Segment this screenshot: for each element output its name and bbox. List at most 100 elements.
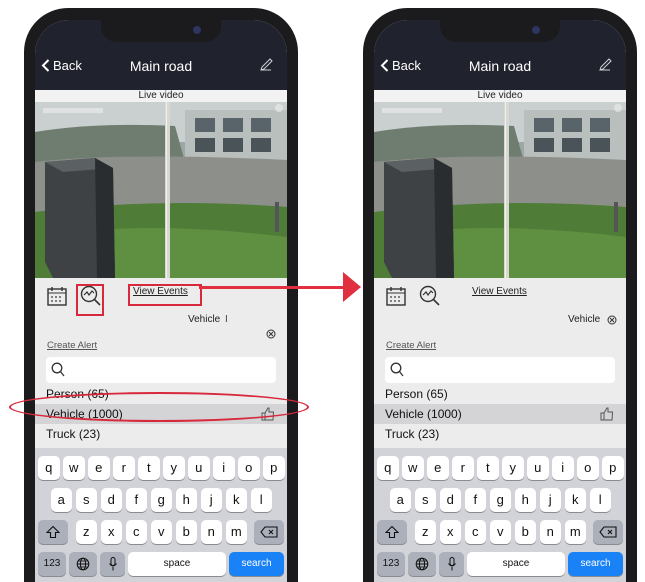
live-video-feed[interactable] xyxy=(374,102,626,278)
key-n[interactable]: n xyxy=(200,520,222,544)
delete-key[interactable] xyxy=(593,520,623,544)
key-u[interactable]: u xyxy=(188,456,210,480)
globe-key[interactable] xyxy=(69,552,97,576)
delete-key[interactable] xyxy=(254,520,284,544)
key-g[interactable]: g xyxy=(150,488,172,512)
key-a[interactable]: a xyxy=(389,488,411,512)
key-k[interactable]: k xyxy=(225,488,247,512)
onscreen-keyboard: q w e r t y u i o p a s d f g h j k l z x c v b n m 123 space search xyxy=(374,448,626,582)
key-o[interactable]: o xyxy=(577,456,599,480)
key-p[interactable]: p xyxy=(263,456,285,480)
key-l[interactable]: l xyxy=(589,488,611,512)
key-q[interactable]: q xyxy=(38,456,60,480)
key-b[interactable]: b xyxy=(514,520,536,544)
camera-dot xyxy=(532,26,540,34)
magnifier-chart-icon[interactable] xyxy=(418,284,442,308)
list-item-truck[interactable]: Truck (23) xyxy=(374,424,626,444)
numbers-key[interactable]: 123 xyxy=(38,552,66,576)
globe-key[interactable] xyxy=(408,552,436,576)
calendar-icon[interactable] xyxy=(385,285,407,307)
search-key[interactable]: search xyxy=(568,552,623,576)
key-m[interactable]: m xyxy=(564,520,586,544)
key-a[interactable]: a xyxy=(50,488,72,512)
circle-x-icon[interactable] xyxy=(607,315,617,325)
phone-frame-left: Back Main road Live video View Events Ve… xyxy=(24,8,298,582)
key-u[interactable]: u xyxy=(527,456,549,480)
numbers-key[interactable]: 123 xyxy=(377,552,405,576)
live-video-label: Live video xyxy=(35,90,287,102)
calendar-icon[interactable] xyxy=(46,285,68,307)
search-icon xyxy=(390,362,404,377)
search-key[interactable]: search xyxy=(229,552,284,576)
key-d[interactable]: d xyxy=(439,488,461,512)
pencil-icon[interactable] xyxy=(598,58,612,72)
space-key[interactable]: space xyxy=(467,552,565,576)
key-b[interactable]: b xyxy=(175,520,197,544)
key-t[interactable]: t xyxy=(477,456,499,480)
key-p[interactable]: p xyxy=(602,456,624,480)
live-video-label: Live video xyxy=(374,90,626,102)
key-f[interactable]: f xyxy=(464,488,486,512)
key-y[interactable]: y xyxy=(163,456,185,480)
view-events-link[interactable]: View Events xyxy=(472,286,527,297)
key-i[interactable]: i xyxy=(213,456,235,480)
thumbs-up-icon[interactable] xyxy=(600,407,614,421)
key-i[interactable]: i xyxy=(552,456,574,480)
mic-key[interactable] xyxy=(439,552,464,576)
key-v[interactable]: v xyxy=(489,520,511,544)
list-item-vehicle[interactable]: Vehicle (1000) xyxy=(374,404,626,424)
create-alert-link[interactable]: Create Alert xyxy=(386,340,436,351)
key-f[interactable]: f xyxy=(125,488,147,512)
search-input[interactable] xyxy=(46,357,276,383)
key-x[interactable]: x xyxy=(100,520,122,544)
text-cursor: I xyxy=(225,314,228,325)
create-alert-link[interactable]: Create Alert xyxy=(47,340,97,351)
search-input[interactable] xyxy=(385,357,615,383)
key-g[interactable]: g xyxy=(489,488,511,512)
shift-key[interactable] xyxy=(377,520,407,544)
key-k[interactable]: k xyxy=(564,488,586,512)
key-t[interactable]: t xyxy=(138,456,160,480)
key-s[interactable]: s xyxy=(414,488,436,512)
filter-tag-row: Vehicle xyxy=(374,314,626,328)
key-e[interactable]: e xyxy=(88,456,110,480)
key-j[interactable]: j xyxy=(539,488,561,512)
key-y[interactable]: y xyxy=(502,456,524,480)
key-n[interactable]: n xyxy=(539,520,561,544)
shift-arrow-icon xyxy=(46,525,60,539)
key-r[interactable]: r xyxy=(452,456,474,480)
key-z[interactable]: z xyxy=(75,520,97,544)
shift-key[interactable] xyxy=(38,520,68,544)
shift-arrow-icon xyxy=(385,525,399,539)
key-x[interactable]: x xyxy=(439,520,461,544)
key-m[interactable]: m xyxy=(225,520,247,544)
mic-key[interactable] xyxy=(100,552,125,576)
key-w[interactable]: w xyxy=(63,456,85,480)
key-w[interactable]: w xyxy=(402,456,424,480)
phone-screen: Back Main road Live video View Events Ve… xyxy=(374,20,626,582)
key-q[interactable]: q xyxy=(377,456,399,480)
key-c[interactable]: c xyxy=(464,520,486,544)
key-s[interactable]: s xyxy=(75,488,97,512)
list-item-truck[interactable]: Truck (23) xyxy=(35,424,287,444)
highlight-vehicle-ellipse xyxy=(9,392,309,422)
key-e[interactable]: e xyxy=(427,456,449,480)
key-l[interactable]: l xyxy=(250,488,272,512)
key-h[interactable]: h xyxy=(175,488,197,512)
space-key[interactable]: space xyxy=(128,552,226,576)
key-h[interactable]: h xyxy=(514,488,536,512)
list-item-person[interactable]: Person (65) xyxy=(374,384,626,404)
live-video-feed[interactable] xyxy=(35,102,287,278)
key-r[interactable]: r xyxy=(113,456,135,480)
key-o[interactable]: o xyxy=(238,456,260,480)
circle-x-icon[interactable] xyxy=(266,329,276,339)
list-item-label: Person (65) xyxy=(385,387,448,401)
key-z[interactable]: z xyxy=(414,520,436,544)
filter-tag-row: Vehicle I xyxy=(35,314,287,328)
key-c[interactable]: c xyxy=(125,520,147,544)
list-item-label: Vehicle (1000) xyxy=(385,407,462,421)
pencil-icon[interactable] xyxy=(259,58,273,72)
key-d[interactable]: d xyxy=(100,488,122,512)
key-j[interactable]: j xyxy=(200,488,222,512)
key-v[interactable]: v xyxy=(150,520,172,544)
